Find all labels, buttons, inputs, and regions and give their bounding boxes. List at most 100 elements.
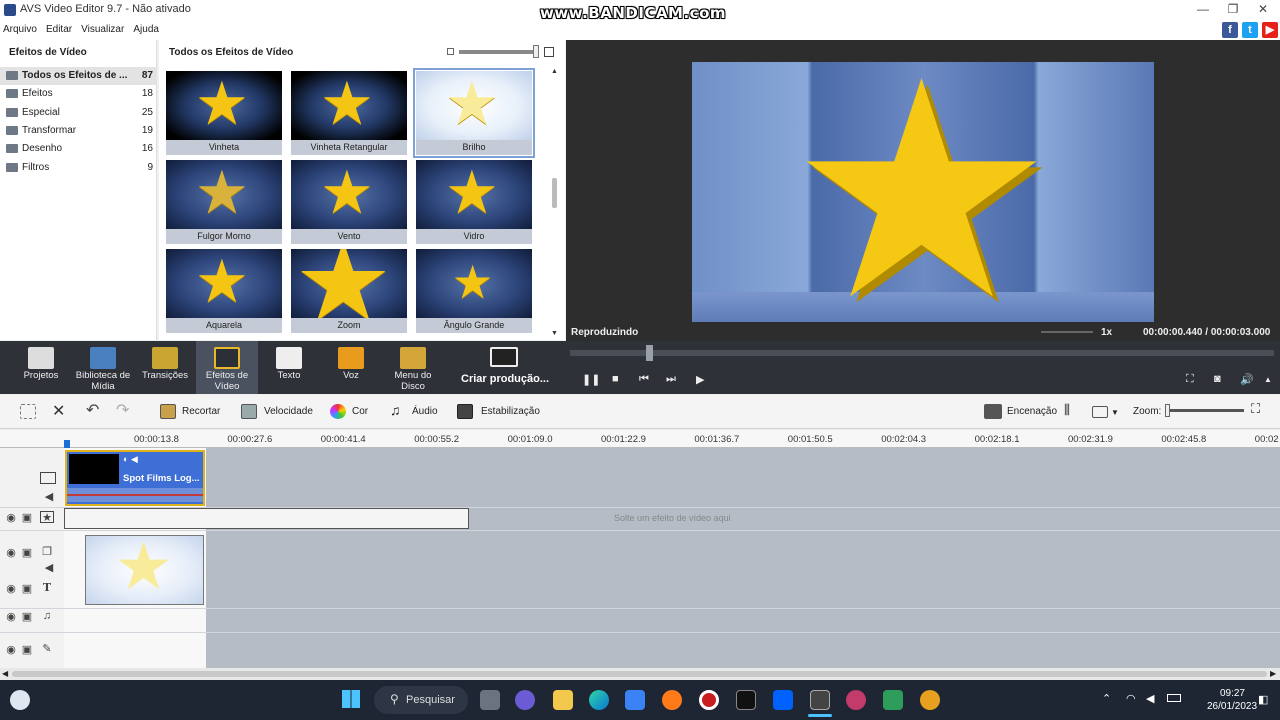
store-icon[interactable] [625, 690, 645, 710]
lock-icon[interactable]: ▣ [20, 644, 34, 656]
tray-overflow-icon[interactable]: ⌃ [1102, 692, 1111, 705]
weather-icon[interactable] [10, 690, 30, 710]
color-icon[interactable] [330, 404, 346, 419]
pause-icon[interactable]: ❚❚ [582, 373, 600, 386]
playback-speed-slider[interactable] [1041, 331, 1093, 333]
visibility-eye-icon[interactable]: ◉ [4, 547, 18, 559]
large-thumbnail-icon[interactable] [544, 47, 554, 57]
edge-icon[interactable] [589, 690, 609, 710]
menu-ajuda[interactable]: Ajuda [130, 20, 162, 35]
playhead-marker[interactable] [64, 440, 70, 448]
app-icon-b[interactable] [883, 690, 903, 710]
snapshot-icon[interactable]: ◙ [1214, 373, 1221, 385]
notifications-icon[interactable]: ◧ [1258, 693, 1268, 706]
category-item[interactable]: Filtros 9 [0, 159, 157, 177]
taskbar-search[interactable]: ⚲ Pesquisar [374, 686, 468, 714]
effect-tile[interactable]: ★ Vinheta [165, 70, 283, 156]
windows-start-icon[interactable] [342, 690, 360, 708]
timeline-scroll-thumb[interactable] [12, 671, 1267, 677]
staging-icon[interactable] [984, 404, 1002, 419]
next-frame-icon[interactable]: ⏭ [666, 373, 676, 386]
fit-timeline-icon[interactable]: ⛶ [1251, 401, 1260, 417]
speed-icon[interactable] [241, 404, 257, 419]
toolbar-button[interactable]: Voz [320, 341, 382, 394]
visibility-eye-icon[interactable]: ◉ [4, 512, 18, 524]
volume-icon[interactable]: 🔊 [1240, 373, 1254, 386]
visibility-eye-icon[interactable]: ◉ [4, 611, 18, 623]
storyboard-toggle-icon[interactable] [20, 404, 36, 419]
effects-scrollbar[interactable]: ▲ ▼ [549, 68, 561, 338]
app-icon-a[interactable] [846, 690, 866, 710]
effect-tile[interactable]: ★ Fulgor Morno [165, 159, 283, 245]
small-thumbnail-icon[interactable] [447, 48, 454, 55]
wifi-icon[interactable]: ◠ [1126, 692, 1136, 705]
firefox-icon[interactable] [662, 690, 682, 710]
toolbar-button[interactable]: Texto [258, 341, 320, 394]
category-item[interactable]: Efeitos 18 [0, 85, 157, 103]
display-mode-icon[interactable] [1092, 406, 1108, 418]
timeline-zoom-knob[interactable] [1165, 404, 1170, 417]
effect-tile[interactable]: ★ Brilho [413, 68, 535, 158]
seek-bar[interactable] [570, 350, 1274, 356]
effect-tile[interactable]: ★ Vidro [415, 159, 533, 245]
timeline-ruler[interactable]: 00:00:13.8 00:00:27.6 00:00:41.4 00:00:55.2… [0, 430, 1280, 448]
audio-icon[interactable]: ♫ [390, 402, 401, 418]
close-button[interactable]: ✕ [1248, 2, 1278, 18]
menu-arquivo[interactable]: Arquivo [0, 20, 40, 35]
estabilizacao-button[interactable]: Estabilização [481, 406, 540, 417]
speaker-icon[interactable]: ◀ [1146, 692, 1154, 705]
prev-frame-icon[interactable]: ⏮ [639, 373, 649, 386]
file-explorer-icon[interactable] [553, 690, 573, 710]
category-item[interactable]: Especial 25 [0, 104, 157, 122]
stop-icon[interactable]: ■ [612, 373, 619, 385]
lock-icon[interactable]: ▣ [20, 583, 34, 595]
scroll-down-icon[interactable]: ▼ [551, 330, 558, 337]
lock-icon[interactable]: ▣ [20, 611, 34, 623]
visibility-eye-icon[interactable]: ◉ [4, 583, 18, 595]
scroll-up-icon[interactable]: ▲ [551, 68, 558, 75]
minimize-button[interactable]: — [1188, 2, 1218, 18]
timeline-zoom-slider[interactable] [1166, 409, 1244, 412]
youtube-icon[interactable]: ▶ [1262, 22, 1278, 38]
toolbar-button[interactable]: Menu do Disco [382, 341, 444, 394]
battery-icon[interactable] [1167, 694, 1181, 702]
visibility-eye-icon[interactable]: ◉ [4, 644, 18, 656]
category-item[interactable]: Todos os Efeitos de ... 87 [0, 67, 157, 85]
effects-scroll-thumb[interactable] [552, 178, 557, 208]
effect-tile[interactable]: ★ Vinheta Retangular [290, 70, 408, 156]
scroll-right-icon[interactable]: ▶ [1270, 669, 1276, 678]
effect-tile[interactable]: ★ Vento [290, 159, 408, 245]
category-item[interactable]: Transformar 19 [0, 122, 157, 140]
avs-video-editor-icon[interactable] [810, 690, 830, 710]
crop-icon[interactable] [160, 404, 176, 419]
thumbnail-size-slider-knob[interactable] [533, 45, 539, 58]
app-icon-c[interactable] [920, 690, 940, 710]
scroll-left-icon[interactable]: ◀ [2, 669, 8, 678]
effect-tile[interactable]: ★ Aquarela [165, 248, 283, 334]
cor-button[interactable]: Cor [352, 406, 368, 417]
overlay-effect-clip[interactable]: ★ [85, 535, 204, 605]
audio-button[interactable]: Áudio [412, 406, 438, 417]
menu-visualizar[interactable]: Visualizar [78, 20, 127, 35]
effect-tile[interactable]: ★ Zoom [290, 248, 408, 334]
bandicam-icon[interactable] [699, 690, 719, 710]
toolbar-button[interactable]: Efeitos de Vídeo [196, 341, 258, 394]
fullscreen-icon[interactable]: ⛶ [1186, 373, 1194, 386]
audio-mixer-icon[interactable]: ⫼ [1064, 402, 1070, 418]
timeline-scrollbar[interactable]: ◀ ▶ [0, 668, 1280, 680]
redo-icon[interactable]: ↷ [116, 400, 129, 420]
toolbar-button[interactable]: Projetos [10, 341, 72, 394]
delete-icon[interactable]: ✕ [52, 401, 65, 421]
menu-editar[interactable]: Editar [43, 20, 75, 35]
undo-icon[interactable]: ↶ [86, 400, 99, 420]
stabilization-icon[interactable] [457, 404, 473, 419]
audio-mute-icon[interactable]: ◀ [42, 491, 56, 503]
restore-button[interactable]: ❐ [1218, 2, 1248, 18]
seek-knob[interactable] [646, 345, 653, 361]
teams-icon[interactable] [515, 690, 535, 710]
velocidade-button[interactable]: Velocidade [264, 406, 313, 417]
volume-menu-icon[interactable]: ▲ [1264, 375, 1272, 384]
toolbar-button[interactable]: Transições [134, 341, 196, 394]
lock-icon[interactable]: ▣ [20, 512, 34, 524]
display-mode-dropdown-icon[interactable]: ▼ [1111, 408, 1119, 417]
